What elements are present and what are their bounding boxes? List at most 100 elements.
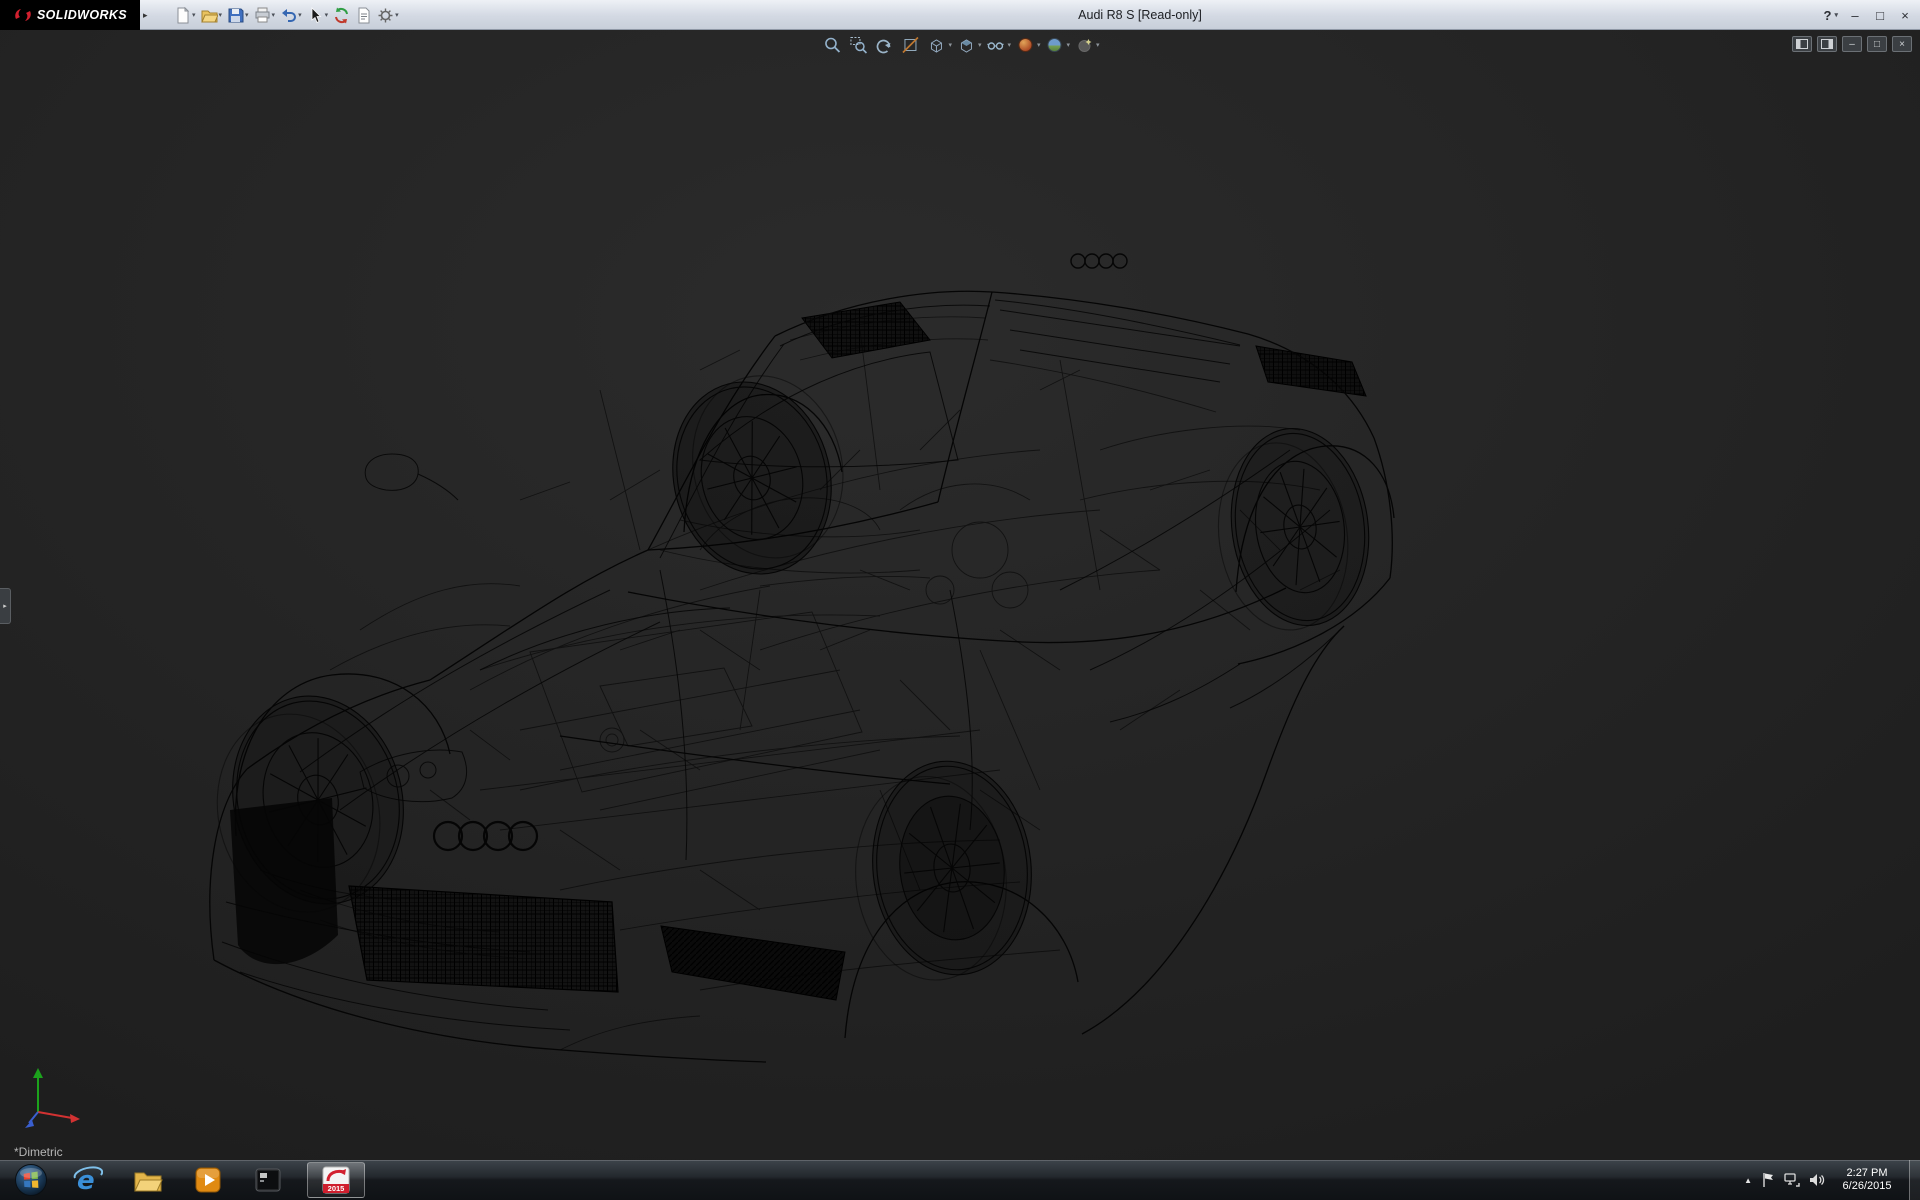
body-detail: [222, 300, 1344, 1030]
chassis-detail: [260, 317, 1340, 1050]
undo-button[interactable]: ▾: [278, 2, 304, 28]
open-folder-icon: [201, 7, 218, 24]
dropdown-caret-icon: ▾: [245, 11, 249, 19]
minimize-button[interactable]: –: [1848, 8, 1862, 23]
dropdown-caret-icon: ▾: [1037, 41, 1041, 49]
featuremanager-expand-tab[interactable]: ▸: [0, 588, 11, 624]
zoom-to-area-button[interactable]: [846, 34, 870, 56]
volume-icon[interactable]: [1809, 1173, 1825, 1187]
help-icon: ?: [1824, 8, 1832, 23]
previous-view-icon: [875, 36, 893, 54]
orientation-triad: [22, 1054, 94, 1132]
pane-left-icon: [1796, 39, 1808, 49]
taskbar-clock[interactable]: 2:27 PM 6/26/2015: [1834, 1167, 1900, 1193]
graphics-area[interactable]: ▾ ▾ ▾: [0, 30, 1920, 1160]
solidworks-logo-icon: [13, 5, 33, 25]
view-cube-icon: [927, 36, 945, 54]
edit-appearance-button[interactable]: [1013, 34, 1037, 56]
action-center-flag-icon[interactable]: [1761, 1172, 1775, 1188]
previous-view-button[interactable]: [872, 34, 896, 56]
solidworks-brand: SOLIDWORKS: [0, 0, 140, 30]
taskbar-file-explorer[interactable]: [119, 1162, 177, 1198]
audi-rings-rear: [1071, 254, 1127, 268]
audi-rings-front: [434, 822, 537, 850]
network-icon[interactable]: [1784, 1173, 1800, 1187]
dropdown-caret-icon: ▾: [219, 11, 223, 19]
show-desktop-button[interactable]: [1909, 1160, 1920, 1200]
section-view-icon: [901, 36, 919, 54]
view-orientation-button[interactable]: [924, 34, 948, 56]
document-minimize-button[interactable]: –: [1842, 36, 1862, 52]
view-settings-sphere-icon: [1075, 36, 1093, 54]
wireframe-model-audi-r8: [0, 30, 1920, 1160]
dropdown-caret-icon: ▾: [192, 11, 196, 19]
help-button[interactable]: ? ▾: [1824, 0, 1838, 30]
dropdown-caret-icon: ▾: [298, 11, 302, 19]
save-icon: [227, 7, 244, 24]
apply-scene-button[interactable]: [1043, 34, 1067, 56]
expand-arrow-icon: ▸: [3, 602, 7, 610]
document-restore-button[interactable]: □: [1867, 36, 1887, 52]
toggle-feature-pane-button[interactable]: [1792, 36, 1812, 52]
wheel-front-right: [652, 360, 864, 591]
print-icon: [254, 7, 271, 24]
solidworks-app-icon: 2015: [321, 1165, 351, 1195]
document-window-controls: – □ ×: [1792, 36, 1912, 52]
console-app-icon: [254, 1166, 282, 1194]
select-cursor-icon: [307, 7, 324, 24]
heads-up-view-toolbar: ▾ ▾ ▾: [820, 34, 1099, 56]
folder-icon: [133, 1167, 163, 1193]
select-button[interactable]: ▾: [305, 2, 331, 28]
print-button[interactable]: ▾: [252, 2, 278, 28]
taskbar-console-app[interactable]: [239, 1162, 297, 1198]
dropdown-caret-icon: ▾: [272, 11, 276, 19]
view-orientation-label: *Dimetric: [14, 1145, 63, 1159]
internet-explorer-icon: e: [73, 1165, 103, 1195]
taskbar-solidworks-2015[interactable]: 2015: [307, 1162, 365, 1198]
rebuild-button[interactable]: [331, 2, 352, 28]
close-button[interactable]: ×: [1898, 8, 1912, 23]
display-style-button[interactable]: [954, 34, 978, 56]
pane-right-icon: [1821, 39, 1833, 49]
save-button[interactable]: ▾: [225, 2, 251, 28]
media-player-icon: [194, 1166, 222, 1194]
file-properties-icon: [355, 7, 372, 24]
zoom-to-area-icon: [849, 36, 867, 54]
toggle-task-pane-button[interactable]: [1817, 36, 1837, 52]
rebuild-icon: [333, 7, 350, 24]
show-hidden-icons-button[interactable]: ▲: [1744, 1176, 1752, 1185]
open-button[interactable]: ▾: [199, 2, 225, 28]
solidworks-window: SOLIDWORKS ▸ ▾ ▾ ▾: [0, 0, 1920, 1200]
windows-start-orb-icon: [14, 1163, 48, 1197]
maximize-button[interactable]: □: [1873, 8, 1887, 23]
taskbar-internet-explorer[interactable]: e: [59, 1162, 117, 1198]
wheel-rear-left: [844, 753, 1042, 987]
titlebar: SOLIDWORKS ▸ ▾ ▾ ▾: [0, 0, 1920, 30]
zoom-to-fit-button[interactable]: [820, 34, 844, 56]
window-title: Audi R8 S [Read-only]: [1078, 0, 1202, 30]
taskbar-apps: e: [58, 1161, 366, 1199]
file-properties-button[interactable]: [353, 2, 374, 28]
new-button[interactable]: ▾: [172, 2, 198, 28]
dropdown-caret-icon: ▾: [1834, 11, 1838, 19]
brand-text: SOLIDWORKS: [37, 8, 127, 22]
taskbar-media-player[interactable]: [179, 1162, 237, 1198]
hide-show-items-button[interactable]: [983, 34, 1007, 56]
dropdown-caret-icon: ▾: [978, 41, 982, 49]
clock-date: 6/26/2015: [1834, 1180, 1900, 1193]
start-button[interactable]: [6, 1160, 56, 1200]
taskbar: e: [0, 1160, 1920, 1200]
section-view-button[interactable]: [898, 34, 922, 56]
new-document-icon: [174, 7, 191, 24]
scene-globe-icon: [1046, 36, 1064, 54]
wheel-rear-right: [1205, 419, 1381, 638]
menu-expander-icon[interactable]: ▸: [143, 0, 148, 30]
gear-icon: [377, 7, 394, 24]
window-controls: – □ ×: [1848, 0, 1912, 30]
view-settings-button[interactable]: [1072, 34, 1096, 56]
clock-time: 2:27 PM: [1834, 1167, 1900, 1180]
dropdown-caret-icon: ▾: [948, 41, 952, 49]
display-style-cube-icon: [957, 36, 975, 54]
document-close-button[interactable]: ×: [1892, 36, 1912, 52]
options-button[interactable]: ▾: [375, 2, 401, 28]
